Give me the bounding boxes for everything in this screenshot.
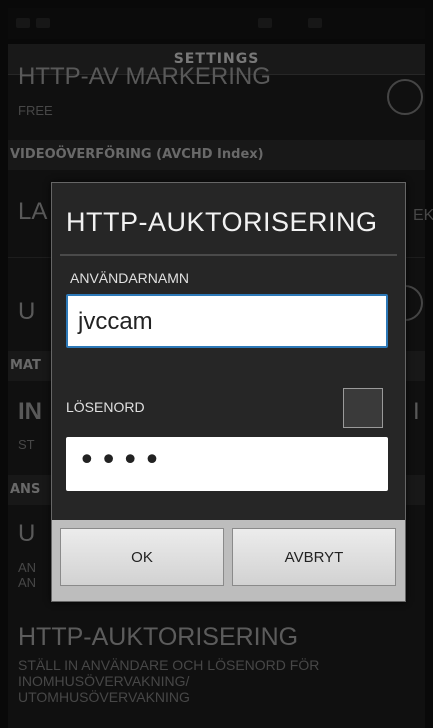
cancel-button-label: AVBRYT xyxy=(284,549,344,566)
username-label: ANVÄNDARNAMN xyxy=(70,270,190,286)
password-value: •••• xyxy=(78,443,165,478)
username-field[interactable]: jvccam xyxy=(66,294,388,348)
cancel-button[interactable]: AVBRYT xyxy=(232,528,396,586)
ok-button[interactable]: OK xyxy=(60,528,224,586)
ok-button-label: OK xyxy=(131,549,153,566)
http-auth-dialog: HTTP-AUKTORISERING ANVÄNDARNAMN jvccam L… xyxy=(51,182,406,602)
username-value: jvccam xyxy=(78,308,153,335)
password-label: LÖSENORD xyxy=(66,399,145,415)
dialog-button-bar: OK AVBRYT xyxy=(52,520,405,601)
password-field[interactable]: •••• xyxy=(66,437,388,491)
show-password-checkbox[interactable] xyxy=(343,388,383,428)
phone-screen: SETTINGS HTTP-AV MARKERING FREE VIDEOÖVE… xyxy=(0,0,433,728)
dialog-divider xyxy=(60,254,397,256)
dialog-title: HTTP-AUKTORISERING xyxy=(66,207,378,237)
